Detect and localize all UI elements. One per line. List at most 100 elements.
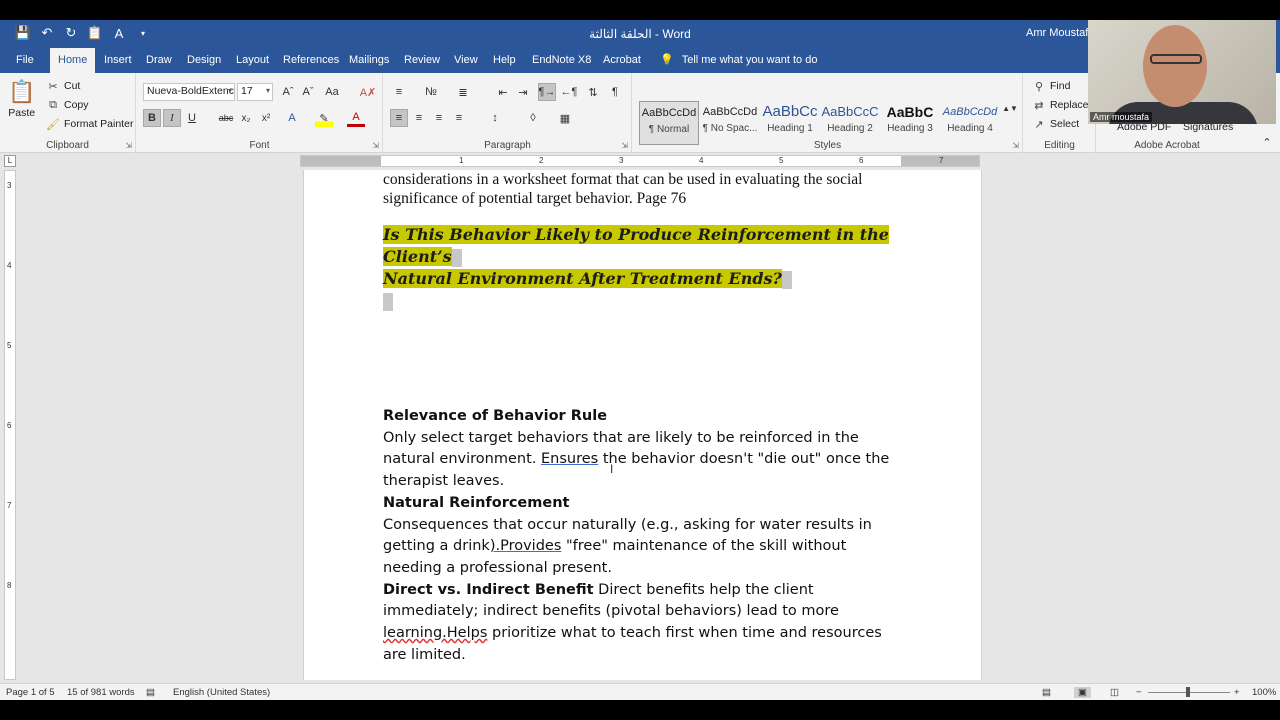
style-name: Heading 4 [947, 123, 993, 134]
ruler-mark: 8 [7, 581, 12, 590]
tab-file[interactable]: File [8, 48, 42, 73]
replace-button[interactable]: ⇄ Replace [1032, 98, 1088, 112]
superscript-button[interactable]: x² [257, 109, 275, 127]
zoom-slider-thumb[interactable] [1186, 687, 1190, 697]
align-right-icon[interactable]: ≡ [430, 109, 448, 127]
sort-icon[interactable]: ⇅ [584, 83, 602, 101]
tab-home[interactable]: Home [50, 48, 96, 73]
styles-scroll-icon[interactable]: ▲▼ [1001, 99, 1019, 117]
paste-button[interactable]: 📋 Paste [8, 79, 35, 119]
tab-view[interactable]: View [446, 48, 486, 73]
highlighted-heading: Is This Behavior Likely to Produce Reinf… [383, 224, 889, 312]
change-case-icon[interactable]: Aa [323, 83, 341, 101]
grow-font-icon[interactable]: Aˆ [279, 83, 297, 101]
heading-line-1: Is This Behavior Likely to Produce Reinf… [383, 225, 889, 244]
increase-indent-icon[interactable]: ⇥ [514, 83, 532, 101]
shading-icon[interactable]: ◊ [524, 109, 542, 127]
scissors-icon: ✂ [48, 80, 58, 93]
italic-button[interactable]: I [163, 109, 181, 127]
paragraph-group-label: Paragraph [484, 140, 531, 151]
style-heading-2[interactable]: AaBbCcC Heading 2 [820, 101, 880, 145]
spelling-flag: learning.Helps [383, 625, 488, 642]
shrink-font-icon[interactable]: Aˇ [299, 83, 317, 101]
borders-icon[interactable]: ▦ [556, 109, 574, 127]
numbering-icon[interactable]: № [422, 83, 440, 101]
clear-formatting-icon[interactable]: A✗ [359, 83, 377, 101]
copy-label: Copy [64, 99, 89, 111]
rtl-direction-icon[interactable]: ←¶ [560, 83, 578, 101]
proofing-icon[interactable]: ▤ [146, 687, 155, 698]
word-count[interactable]: 15 of 981 words [67, 687, 135, 698]
style-name: Heading 2 [827, 123, 873, 134]
font-name-combo[interactable]: Nueva-BoldExtenc ▾ [143, 83, 235, 101]
strikethrough-button[interactable]: abc [217, 109, 235, 127]
tab-references[interactable]: References [275, 48, 347, 73]
decrease-indent-icon[interactable]: ⇤ [494, 83, 512, 101]
tab-layout[interactable]: Layout [228, 48, 277, 73]
find-button[interactable]: ⚲ Find [1032, 79, 1070, 93]
cursor-icon: ↗ [1034, 118, 1044, 131]
multilevel-list-icon[interactable]: ≣ [454, 83, 472, 101]
paragraph-launcher-icon[interactable]: ⇲ [621, 141, 628, 150]
print-layout-icon[interactable]: ▣ [1074, 687, 1091, 698]
style-heading-1[interactable]: AaBbCc Heading 1 [760, 101, 820, 145]
align-center-icon[interactable]: ≡ [410, 109, 428, 127]
zoom-level[interactable]: 100% [1252, 687, 1276, 698]
tab-acrobat[interactable]: Acrobat [595, 48, 649, 73]
style-heading-4[interactable]: AaBbCcDd Heading 4 [940, 101, 1000, 145]
line-spacing-icon[interactable]: ↕ [486, 109, 504, 127]
collapse-ribbon-icon[interactable]: ⌃ [1258, 133, 1276, 151]
tab-help[interactable]: Help [485, 48, 524, 73]
tab-endnote[interactable]: EndNote X8 [524, 48, 599, 73]
zoom-out-icon[interactable]: − [1136, 687, 1142, 698]
page-count[interactable]: Page 1 of 5 [6, 687, 55, 698]
tab-mailings[interactable]: Mailings [341, 48, 397, 73]
select-button[interactable]: ↗ Select [1032, 117, 1079, 131]
person-glasses [1150, 54, 1202, 64]
cut-label: Cut [64, 80, 81, 92]
user-name[interactable]: Amr Moustafa [1026, 27, 1094, 39]
justify-icon[interactable]: ≡ [450, 109, 468, 127]
font-color-icon[interactable]: A [347, 109, 365, 127]
ltr-direction-icon[interactable]: ¶→ [538, 83, 556, 101]
tab-draw[interactable]: Draw [138, 48, 180, 73]
zoom-in-icon[interactable]: + [1234, 687, 1240, 698]
web-layout-icon[interactable]: ◫ [1110, 687, 1119, 698]
align-left-icon[interactable]: ≡ [390, 109, 408, 127]
language[interactable]: English (United States) [173, 687, 270, 698]
bullets-icon[interactable]: ≡ [390, 83, 408, 101]
document-page[interactable]: considerations in a worksheet format tha… [303, 170, 982, 680]
style-normal[interactable]: AaBbCcDd ¶ Normal [639, 101, 699, 145]
read-mode-icon[interactable]: ▤ [1042, 687, 1051, 698]
highlight-icon[interactable]: ✎ [315, 109, 333, 127]
selection-mark [383, 292, 393, 311]
bold-button[interactable]: B [143, 109, 161, 127]
style-no-spacing[interactable]: AaBbCcDd ¶ No Spac... [700, 101, 760, 145]
font-size-combo[interactable]: 17 ▾ [237, 83, 273, 101]
subscript-button[interactable]: x₂ [237, 109, 255, 127]
clipboard-launcher-icon[interactable]: ⇲ [125, 141, 132, 150]
tab-review[interactable]: Review [396, 48, 448, 73]
font-launcher-icon[interactable]: ⇲ [372, 141, 379, 150]
paste-label: Paste [8, 107, 36, 119]
ruler-left-margin [301, 156, 381, 166]
tab-insert[interactable]: Insert [96, 48, 140, 73]
tell-me-box[interactable]: 💡 Tell me what you want to do [660, 48, 817, 73]
styles-group: AaBbCcDd ¶ Normal AaBbCcDd ¶ No Spac... … [633, 73, 1023, 153]
paste-icon: 📋 [8, 79, 36, 104]
person-head [1143, 25, 1207, 107]
format-painter-button[interactable]: 🖌 Format Painter [46, 117, 133, 131]
letterbox-bottom [0, 700, 1280, 720]
styles-launcher-icon[interactable]: ⇲ [1012, 141, 1019, 150]
horizontal-ruler[interactable]: 1 2 3 4 5 6 7 [300, 155, 980, 167]
show-marks-icon[interactable]: ¶ [606, 83, 624, 101]
underline-button[interactable]: U [183, 109, 201, 127]
copy-button[interactable]: ⧉ Copy [46, 98, 89, 112]
style-heading-3[interactable]: AaBbC Heading 3 [880, 101, 940, 145]
styles-group-label: Styles [813, 140, 842, 151]
vertical-ruler[interactable]: 3 4 5 6 7 8 [4, 170, 16, 680]
tab-design[interactable]: Design [179, 48, 229, 73]
text-effects-icon[interactable]: A [283, 109, 301, 127]
tab-selector[interactable]: L [4, 155, 16, 167]
cut-button[interactable]: ✂ Cut [46, 79, 80, 93]
